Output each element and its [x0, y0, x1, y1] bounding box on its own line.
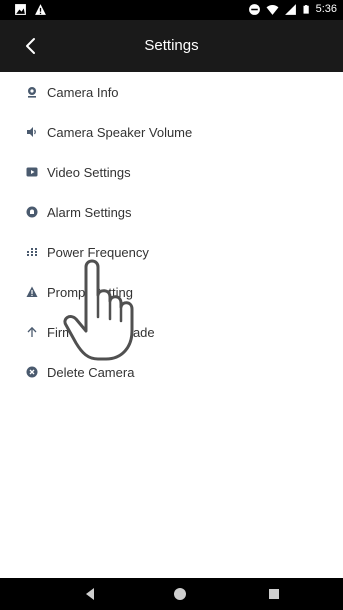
settings-menu: Camera Info Camera Speaker Volume Video … [0, 72, 343, 392]
recents-square-icon[interactable] [266, 586, 282, 602]
back-triangle-icon[interactable] [82, 586, 98, 602]
menu-item-delete-camera[interactable]: Delete Camera [0, 352, 343, 392]
menu-item-label: Power Frequency [47, 244, 149, 260]
menu-item-speaker-volume[interactable]: Camera Speaker Volume [0, 112, 343, 152]
menu-item-prompt-setting[interactable]: Prompt Setting [0, 272, 343, 312]
app-bar: Settings [0, 20, 343, 72]
menu-item-video-settings[interactable]: Video Settings [0, 152, 343, 192]
menu-item-label: Camera Info [47, 84, 119, 100]
battery-icon [303, 5, 309, 14]
page-title: Settings [144, 37, 199, 54]
menu-item-power-frequency[interactable]: Power Frequency [0, 232, 343, 272]
image-icon [15, 4, 26, 15]
chevron-left-icon [26, 38, 35, 54]
menu-item-camera-info[interactable]: Camera Info [0, 72, 343, 112]
frequency-icon [26, 246, 38, 258]
menu-item-label: Delete Camera [47, 364, 135, 380]
back-button[interactable] [20, 34, 44, 58]
menu-item-label: Prompt Setting [47, 284, 133, 300]
speaker-icon [26, 126, 38, 138]
home-circle-icon[interactable] [172, 586, 188, 602]
alarm-icon [26, 206, 38, 218]
menu-item-label: Alarm Settings [47, 204, 132, 220]
status-bar: 5:36 [0, 0, 343, 20]
warning-icon [26, 286, 38, 298]
cell-signal-icon [284, 4, 296, 15]
delete-icon [26, 366, 38, 378]
navigation-bar [0, 578, 343, 610]
video-icon [26, 166, 38, 178]
wifi-icon [266, 4, 279, 15]
camera-icon [26, 86, 38, 98]
menu-item-alarm-settings[interactable]: Alarm Settings [0, 192, 343, 232]
do-not-disturb-icon [248, 4, 260, 15]
status-left-icons [14, 3, 47, 16]
arrow-up-icon [26, 326, 38, 338]
menu-item-label: Video Settings [47, 164, 131, 180]
status-right-icons: 5:36 [248, 3, 337, 16]
menu-item-label: Camera Speaker Volume [47, 124, 193, 140]
status-time: 5:36 [315, 3, 337, 15]
warning-icon [35, 4, 46, 15]
menu-item-label: Firmware Upgrade [47, 324, 155, 340]
menu-item-firmware-upgrade[interactable]: Firmware Upgrade [0, 312, 343, 352]
